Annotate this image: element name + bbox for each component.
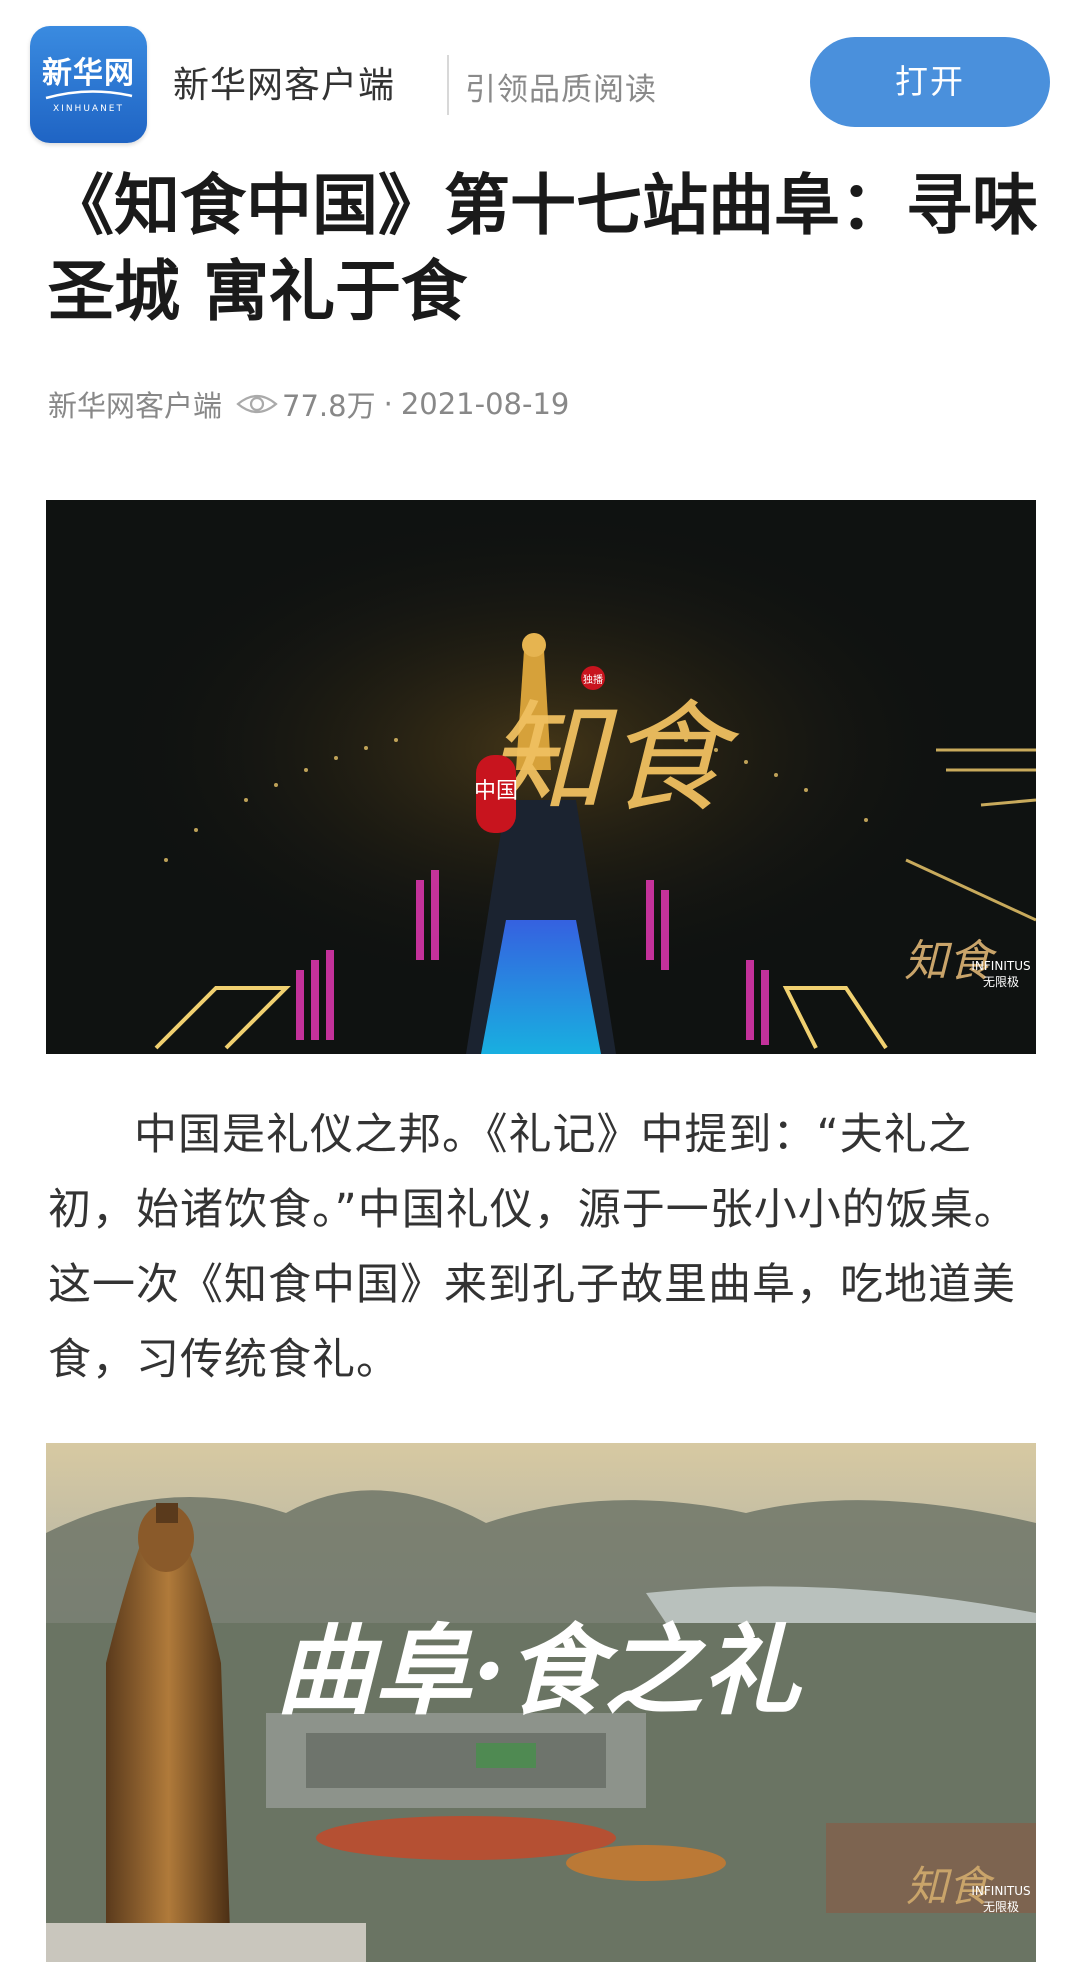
night-scene-illustration: 知食 中国 独播 知食 INFINITUS 无限极	[46, 500, 1036, 1054]
app-name: 新华网客户端	[173, 65, 396, 106]
app-download-banner: 新华网 XINHUANET 新华网客户端 引领品质阅读 打开	[0, 0, 1080, 160]
calligraphy-text: 知食	[486, 690, 740, 829]
logo-subtext: XINHUANET	[53, 104, 124, 114]
xinhua-logo[interactable]: 新华网 XINHUANET	[30, 26, 147, 143]
article-image-night-aerial[interactable]: 知食 中国 独播 知食 INFINITUS 无限极	[46, 500, 1036, 1054]
article-source: 新华网客户端	[48, 389, 223, 423]
logo-swoosh-icon	[45, 90, 133, 100]
open-app-button[interactable]: 打开	[810, 37, 1050, 127]
watermark-brand: INFINITUS	[971, 959, 1030, 973]
publish-date: 2021-08-19	[400, 387, 570, 421]
qufu-aerial-illustration: 曲阜·食之礼 知食 INFINITUS 无限极	[46, 1443, 1036, 1962]
overlay-title: 曲阜·食之礼	[276, 1614, 803, 1729]
app-slogan: 引领品质阅读	[465, 72, 657, 108]
article-meta: 新华网客户端 77.8万 · 2021-08-19	[48, 384, 569, 424]
logo-text: 新华网	[42, 56, 135, 91]
eye-icon	[236, 394, 278, 414]
watermark-cn-2: 无限极	[983, 1900, 1019, 1914]
article-title: 《知食中国》第十七站曲阜：寻味圣城 寓礼于食	[48, 167, 1038, 330]
seal-text: 中国	[474, 779, 518, 804]
meta-separator: ·	[383, 387, 393, 421]
banner-divider	[447, 55, 449, 115]
view-count: 77.8万	[282, 389, 376, 423]
watermark-cn: 无限极	[983, 975, 1019, 989]
badge-text: 独播	[583, 673, 603, 686]
watermark-brand-2: INFINITUS	[971, 1884, 1030, 1898]
article-paragraph: 中国是礼仪之邦。《礼记》中提到：“夫礼之初，始诸饮食。”中国礼仪，源于一张小小的…	[48, 1110, 1018, 1385]
article-image-qufu-aerial[interactable]: 曲阜·食之礼 知食 INFINITUS 无限极	[46, 1443, 1036, 1962]
